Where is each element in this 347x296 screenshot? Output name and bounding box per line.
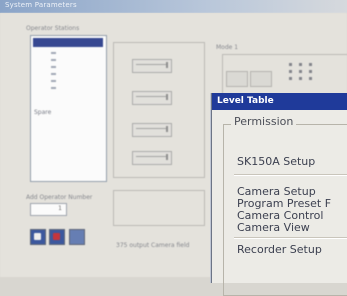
- mode-button-1[interactable]: [226, 71, 248, 87]
- list-item[interactable]: [51, 87, 56, 89]
- list-item[interactable]: [51, 59, 56, 61]
- slider-2[interactable]: [132, 91, 172, 105]
- slider-3[interactable]: [132, 123, 172, 137]
- list-item[interactable]: [51, 52, 56, 54]
- delete-station-button[interactable]: [49, 229, 65, 245]
- permission-item-camera-view[interactable]: Camera View: [237, 221, 310, 234]
- grid-icon: [287, 61, 323, 85]
- level-table-dialog: Level Table Permission SK150A Setup Came…: [211, 93, 347, 296]
- app-titlebar: System Parameters: [0, 0, 347, 13]
- page-icon: [34, 233, 41, 240]
- operator-number-value: 1: [58, 205, 62, 212]
- list-item-selected[interactable]: [33, 38, 103, 47]
- operator-stations-label: Operator Stations: [26, 25, 80, 32]
- mode-label: Mode 1: [216, 44, 239, 51]
- properties-button[interactable]: [69, 229, 85, 245]
- operator-number-field[interactable]: 1: [30, 203, 67, 216]
- add-station-button[interactable]: [30, 229, 46, 245]
- permission-item-sk150a-setup[interactable]: SK150A Setup: [237, 155, 315, 168]
- delete-icon: [53, 233, 60, 240]
- app-title: System Parameters: [5, 1, 77, 9]
- divider: [234, 175, 347, 176]
- list-item[interactable]: [51, 80, 56, 82]
- slider-4[interactable]: [132, 151, 172, 165]
- list-item-spare[interactable]: Spare: [34, 109, 51, 116]
- slider-1[interactable]: [132, 59, 172, 73]
- list-item[interactable]: [51, 66, 56, 68]
- operator-station-list[interactable]: Spare: [30, 35, 107, 182]
- list-item[interactable]: [51, 73, 56, 75]
- operator-number-label: Add Operator Number: [26, 194, 93, 201]
- options-group: [113, 190, 205, 226]
- permission-item-recorder-setup[interactable]: Recorder Setup: [237, 243, 322, 256]
- status-text: 375 output Camera field: [116, 242, 190, 249]
- mode-button-2[interactable]: [250, 71, 272, 87]
- divider: [234, 238, 347, 239]
- level-table-title: Level Table: [212, 93, 347, 110]
- permission-label: Permission: [231, 115, 297, 128]
